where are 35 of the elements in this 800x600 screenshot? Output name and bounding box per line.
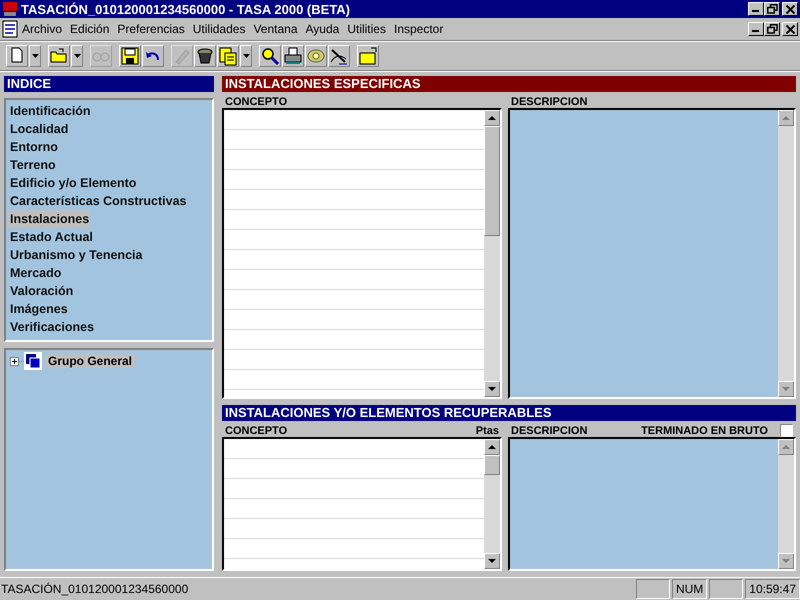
menu-item[interactable]: Ayuda	[302, 22, 344, 36]
menu-item[interactable]: Utilidades	[188, 22, 250, 36]
section-header: INSTALACIONES ESPECIFICAS	[222, 76, 796, 92]
status-text: TASACIÓN_010120001234560000	[0, 582, 190, 596]
column-label: Ptas	[476, 425, 499, 437]
column-label: CONCEPTO	[225, 425, 288, 437]
index-item[interactable]: Imágenes	[8, 300, 68, 318]
index-item[interactable]: Identificación	[8, 102, 91, 120]
index-item[interactable]: Urbanismo y Tenencia	[8, 246, 142, 264]
status-panel: 10:59:47	[745, 579, 800, 599]
menu-item[interactable]: Edición	[66, 22, 114, 36]
menu-item[interactable]: Archivo	[18, 22, 66, 36]
index-item[interactable]: Localidad	[8, 120, 68, 138]
index-item[interactable]: Estado Actual	[8, 228, 93, 246]
index-item[interactable]: Características Constructivas	[8, 192, 186, 210]
index-item[interactable]: Edificio y/o Elemento	[8, 174, 136, 192]
index-item[interactable]: Entorno	[8, 138, 58, 156]
column-label: DESCRIPCION	[511, 96, 588, 108]
column-label: CONCEPTO	[225, 96, 288, 108]
index-item[interactable]: Instalaciones	[8, 210, 90, 228]
status-panel: NUM	[672, 579, 708, 599]
menu-item[interactable]: Inspector	[390, 22, 448, 36]
index-item[interactable]: Mercado	[8, 264, 62, 282]
tree-item[interactable]: Grupo General	[45, 354, 136, 368]
menu-item[interactable]: Ventana	[249, 22, 302, 36]
index-item[interactable]: Verificaciones	[8, 318, 94, 336]
panel-header: INDICE	[4, 76, 214, 92]
section-header: INSTALACIONES Y/O ELEMENTOS RECUPERABLES	[222, 405, 796, 421]
menu-item[interactable]: Utilities	[343, 22, 390, 36]
column-label: DESCRIPCION	[511, 425, 588, 437]
menu-item[interactable]: Preferencias	[113, 22, 189, 36]
index-item[interactable]: Terreno	[8, 156, 56, 174]
index-item[interactable]: Valoración	[8, 282, 74, 300]
window-title: TASACIÓN_010120001234560000 - TASA 2000 (BETA)	[21, 2, 350, 16]
checkbox-label: TERMINADO EN BRUTO	[641, 424, 768, 436]
